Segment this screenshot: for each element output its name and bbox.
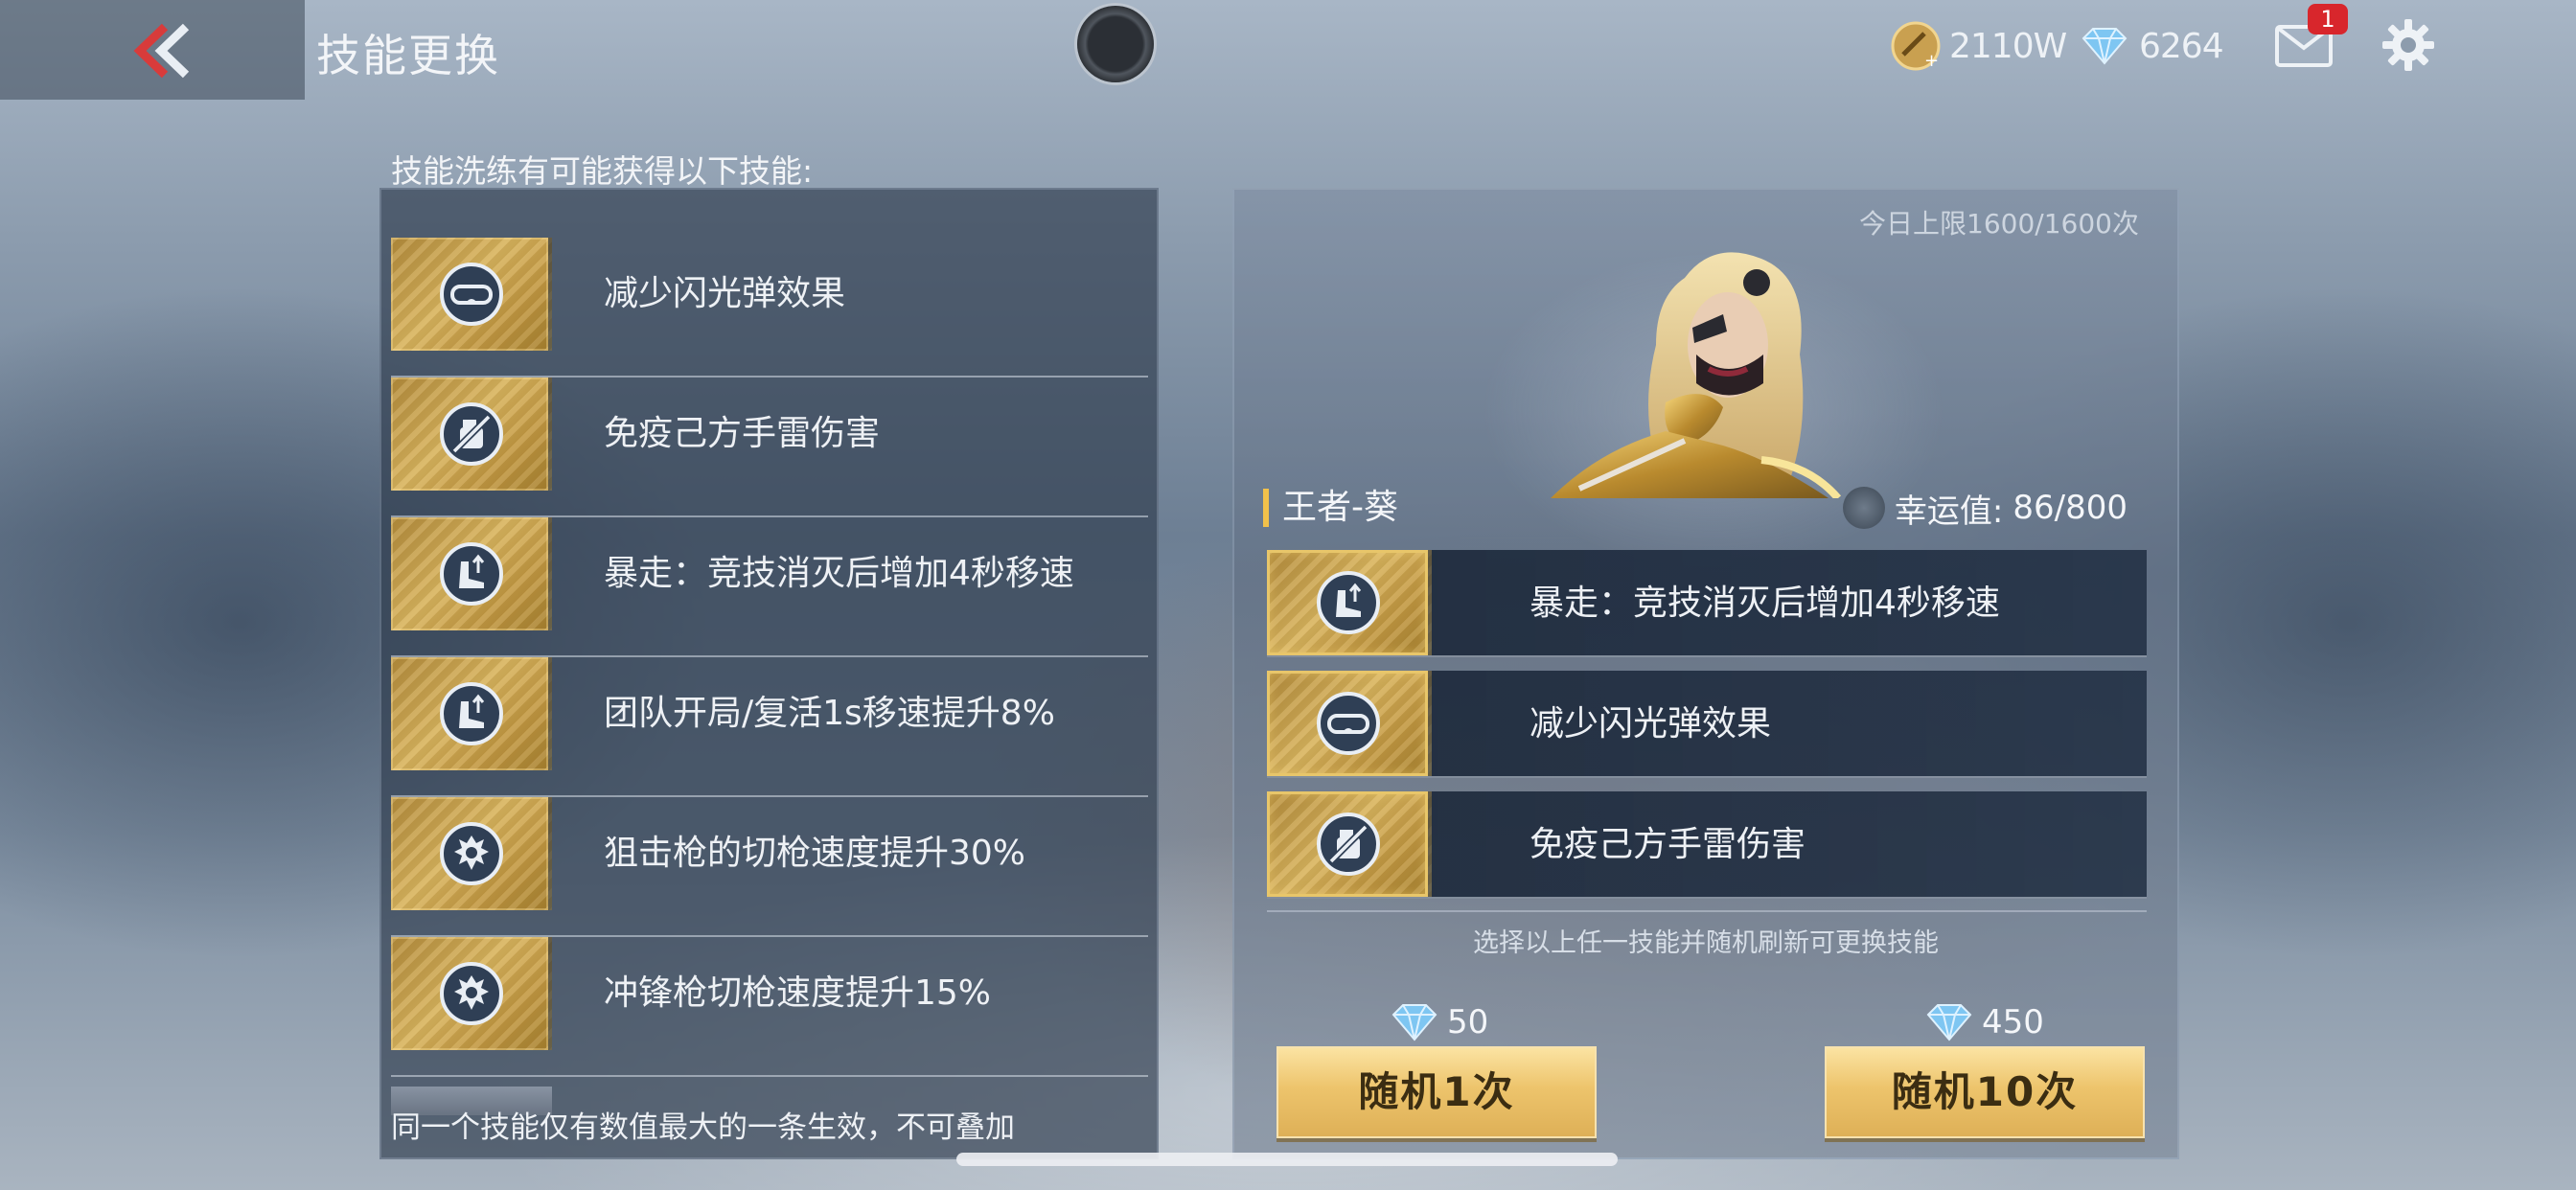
clover-icon [1842,487,1885,529]
speed-boot-icon [1315,569,1382,636]
list-item: 狙击枪的切枪速度提升30% [391,797,1148,937]
owned-skill-row[interactable]: 减少闪光弹效果 [1267,671,2147,778]
dragon-emblem-icon [438,960,505,1027]
character-skill-panel: 今日上限1600/1600次 王者-葵 幸运值: 86/800 暴走：竞技消灭后… [1232,188,2179,1159]
random-once-button[interactable]: 随机1次 [1276,1046,1597,1138]
coin-icon: + [1891,21,1941,71]
possible-skills-list[interactable]: 减少闪光弹效果 免疫己方手雷伤害 暴走：竞技消灭后增加4秒移速 团队开局/复活1… [391,238,1148,1115]
skill-tile [1267,791,1432,897]
goggles-icon [438,261,505,328]
owned-skill-row[interactable]: 免疫己方手雷伤害 [1267,791,2147,899]
back-button[interactable] [0,0,305,100]
list-item: 团队开局/复活1s移速提升8% [391,657,1148,797]
grenade-immune-icon [438,400,505,468]
page-title: 技能更换 [316,30,500,81]
luck-value: 86/800 [2012,489,2128,527]
mail-badge: 1 [2308,4,2348,34]
diamond-icon [2078,25,2131,67]
skill-label: 免疫己方手雷伤害 [604,414,881,453]
gem-amount: 6264 [2139,26,2224,66]
diamond-icon [1922,1001,1976,1043]
cost-value: 450 [1982,1003,2044,1041]
random-once-cost: 50 [1388,998,1488,1046]
svg-text:+: + [1924,51,1939,71]
random-ten-button[interactable]: 随机10次 [1825,1046,2145,1138]
daily-limit-text: 今日上限1600/1600次 [1859,208,2139,240]
back-chevron-icon [133,23,190,79]
skill-label: 暴走：竞技消灭后增加4秒移速 [1530,584,2000,623]
skill-label: 冲锋枪切枪速度提升15% [604,973,992,1013]
skill-label: 狙击枪的切枪速度提升30% [604,834,1026,873]
speed-boot-icon [438,540,505,607]
speed-boot-icon [438,680,505,747]
grenade-immune-icon [1315,811,1382,878]
coin-amount: 2110W [1949,26,2067,66]
list-item: 免疫己方手雷伤害 [391,378,1148,517]
list-item: 暴走：竞技消灭后增加4秒移速 [391,517,1148,657]
character-name: 王者-葵 [1263,489,1398,527]
skill-tile [391,517,552,630]
record-indicator-icon [1077,6,1154,82]
home-indicator[interactable] [956,1153,1618,1166]
skill-tile [391,937,552,1050]
divider [1267,910,2147,912]
stacking-footnote: 同一个技能仅有数值最大的一条生效，不可叠加 [391,1110,1015,1145]
owned-skills-list: 暴走：竞技消灭后增加4秒移速 减少闪光弹效果 免疫己方手雷伤害 [1267,550,2147,912]
coin-currency[interactable]: + 2110W [1890,19,2067,73]
skill-tile [391,378,552,491]
skill-tile [391,238,552,351]
random-ten-cost: 450 [1922,998,2044,1046]
skill-label: 免疫己方手雷伤害 [1530,825,1806,864]
skill-label: 减少闪光弹效果 [604,274,846,313]
character-portrait [1551,252,1842,498]
diamond-icon [1388,1001,1441,1043]
skill-label: 暴走：竞技消灭后增加4秒移速 [604,554,1074,593]
gem-currency[interactable]: 6264 [2078,19,2224,73]
skill-label: 减少闪光弹效果 [1530,704,1772,744]
skill-tile [391,797,552,910]
luck-label: 幸运值: [1894,492,2004,531]
possible-skills-panel[interactable]: 减少闪光弹效果 免疫己方手雷伤害 暴走：竞技消灭后增加4秒移速 团队开局/复活1… [380,188,1159,1159]
gear-icon[interactable] [2380,17,2436,73]
reroll-hint: 选择以上任一技能并随机刷新可更换技能 [1473,928,1939,958]
luck-meter: 幸运值: 86/800 [1842,487,2128,531]
list-item: 减少闪光弹效果 [391,238,1148,378]
skill-tile [1267,671,1432,776]
owned-skill-row[interactable]: 暴走：竞技消灭后增加4秒移速 [1267,550,2147,657]
skill-label: 团队开局/复活1s移速提升8% [604,694,1055,733]
skill-tile [1267,550,1432,655]
skill-tile [391,657,552,770]
list-item: 冲锋枪切枪速度提升15% [391,937,1148,1077]
goggles-icon [1315,690,1382,757]
cost-value: 50 [1447,1003,1489,1041]
dragon-emblem-icon [438,820,505,887]
possible-skills-caption: 技能洗练有可能获得以下技能: [391,152,814,190]
